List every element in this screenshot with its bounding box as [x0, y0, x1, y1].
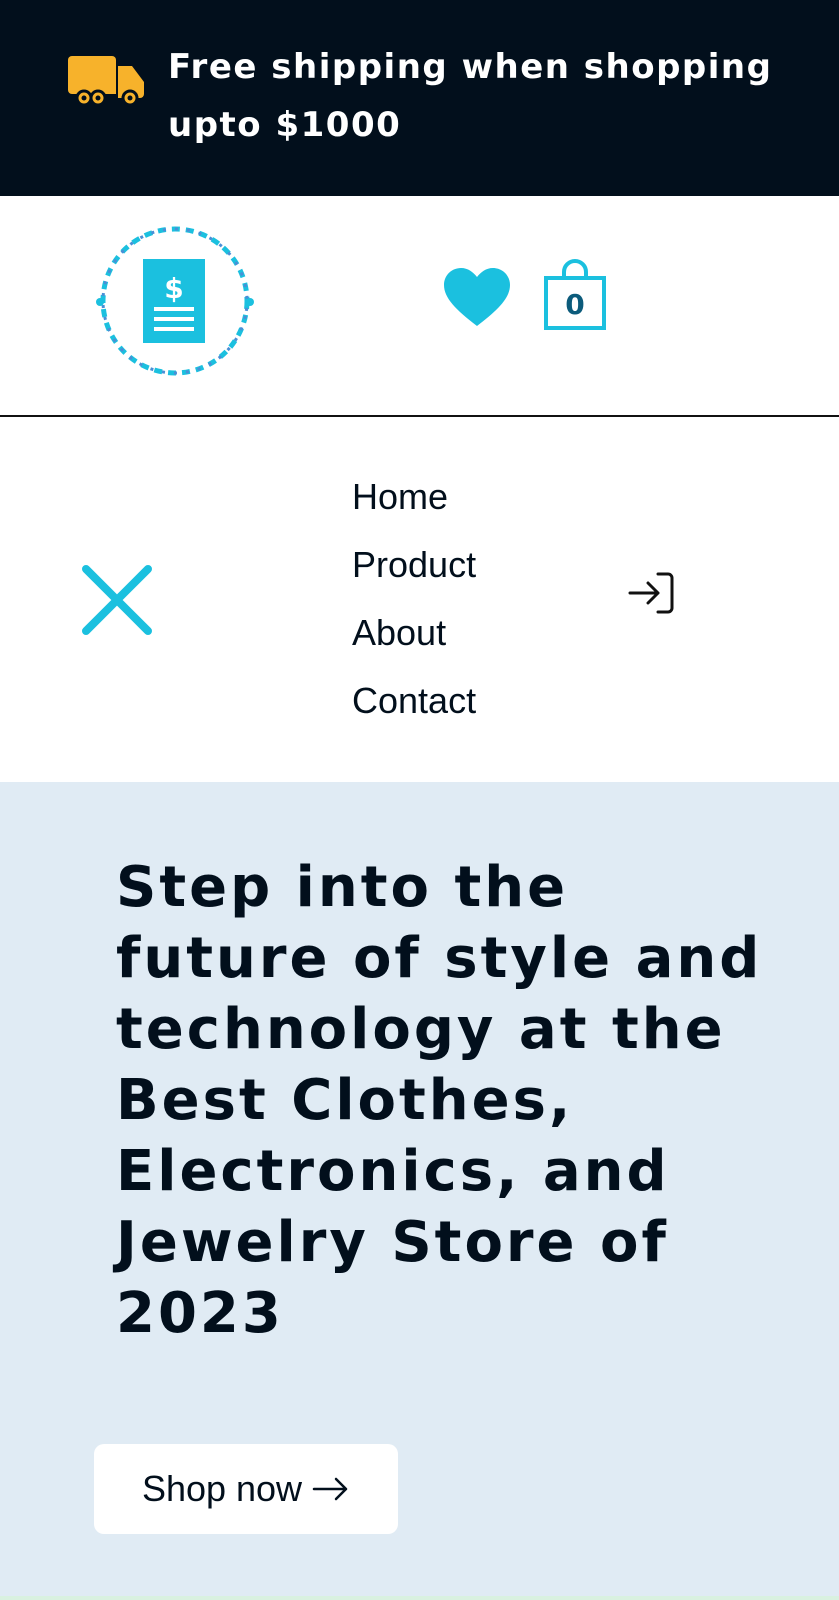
cart-count-badge: 0	[565, 288, 585, 321]
promo-line-1: Free shipping when shopping	[168, 47, 773, 87]
mobile-nav-menu: Home Product About Contact	[0, 417, 839, 782]
truck-icon	[68, 56, 144, 107]
promo-bar: Free shipping when shopping upto $1000	[0, 0, 839, 196]
promo-text: Free shipping when shopping upto $1000	[168, 38, 788, 154]
nav-list: Home Product About Contact	[352, 463, 476, 735]
arrow-right-icon	[312, 1477, 348, 1501]
hero-title: Step into the future of style and techno…	[116, 855, 763, 1346]
store-logo[interactable]: $	[88, 214, 262, 388]
promo-line-2: upto $1000	[168, 105, 402, 145]
nav-item-about[interactable]: About	[352, 599, 476, 667]
site-header: $ 0	[0, 196, 839, 416]
close-icon[interactable]	[80, 563, 154, 637]
nav-item-home[interactable]: Home	[352, 463, 476, 531]
shop-now-button[interactable]: Shop now	[94, 1444, 398, 1534]
section-divider	[0, 1596, 839, 1600]
login-icon[interactable]	[628, 571, 674, 615]
shop-now-label: Shop now	[141, 1468, 303, 1509]
nav-item-contact[interactable]: Contact	[352, 667, 476, 735]
hero-section: Step into the future of style and techno…	[0, 782, 839, 1600]
nav-item-product[interactable]: Product	[352, 531, 476, 599]
svg-text:$: $	[164, 272, 183, 305]
cart-button[interactable]: 0	[542, 258, 608, 332]
heart-icon[interactable]	[442, 266, 512, 328]
